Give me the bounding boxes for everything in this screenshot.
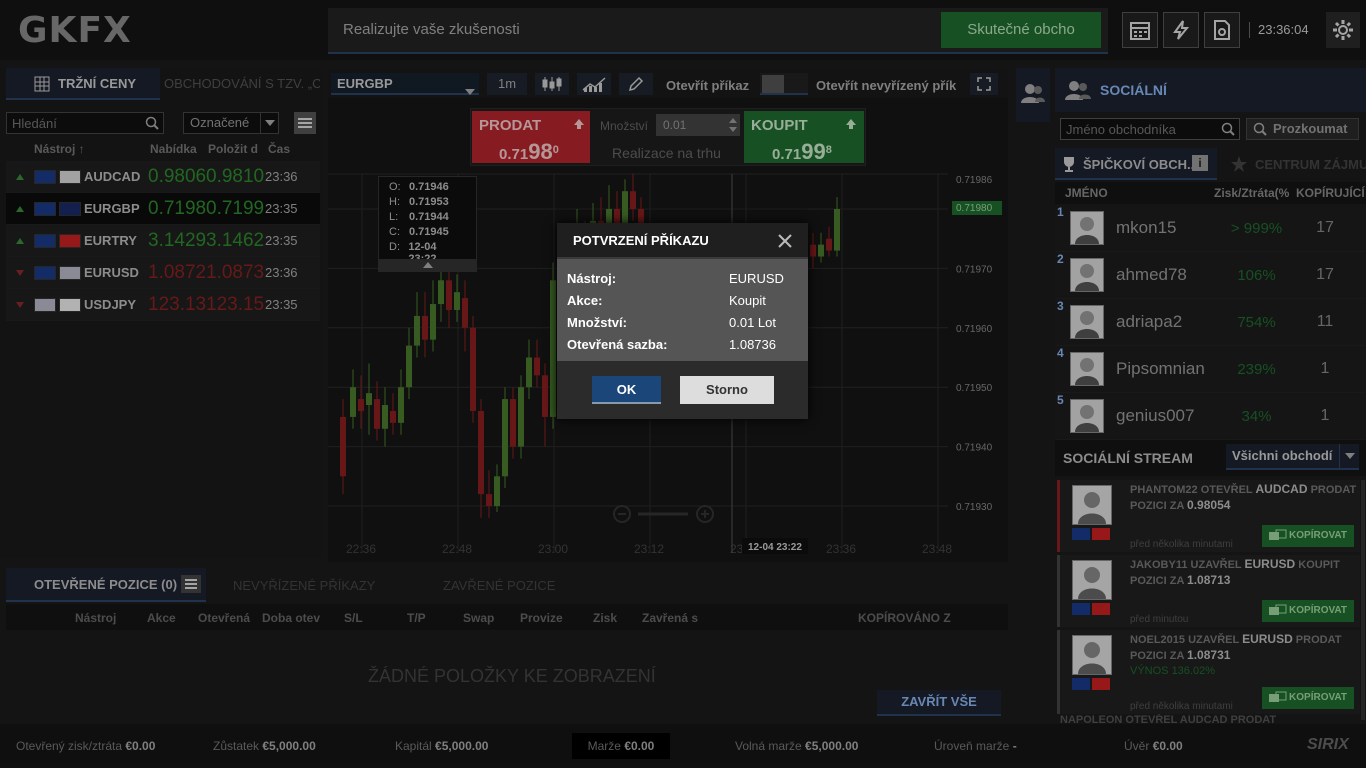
close-icon[interactable]: [778, 234, 792, 251]
dialog-title: POTVRZENÍ PŘÍKAZU: [557, 223, 808, 259]
detail-value: Koupit: [729, 292, 766, 308]
dialog-details: Nástroj: EURUSD Akce: Koupit Množství: 0.01 L…: [557, 259, 808, 361]
detail-label: Nástroj:: [567, 270, 617, 286]
cancel-button[interactable]: Storno: [680, 376, 774, 404]
detail-value: EURUSD: [729, 270, 784, 286]
detail-row: Akce: Koupit: [567, 289, 798, 311]
detail-value: 1.08736: [729, 336, 776, 352]
detail-row: Množství: 0.01 Lot: [567, 311, 798, 333]
detail-row: Nástroj: EURUSD: [567, 267, 798, 289]
detail-row: Otevřená sazba: 1.08736: [567, 333, 798, 355]
detail-label: Množství:: [567, 314, 627, 330]
order-confirm-dialog: POTVRZENÍ PŘÍKAZU Nástroj: EURUSD Akce: Kou…: [557, 223, 808, 419]
ok-button[interactable]: OK: [592, 376, 661, 404]
detail-value: 0.01 Lot: [729, 314, 776, 330]
detail-label: Otevřená sazba:: [567, 336, 668, 352]
detail-label: Akce:: [567, 292, 603, 308]
